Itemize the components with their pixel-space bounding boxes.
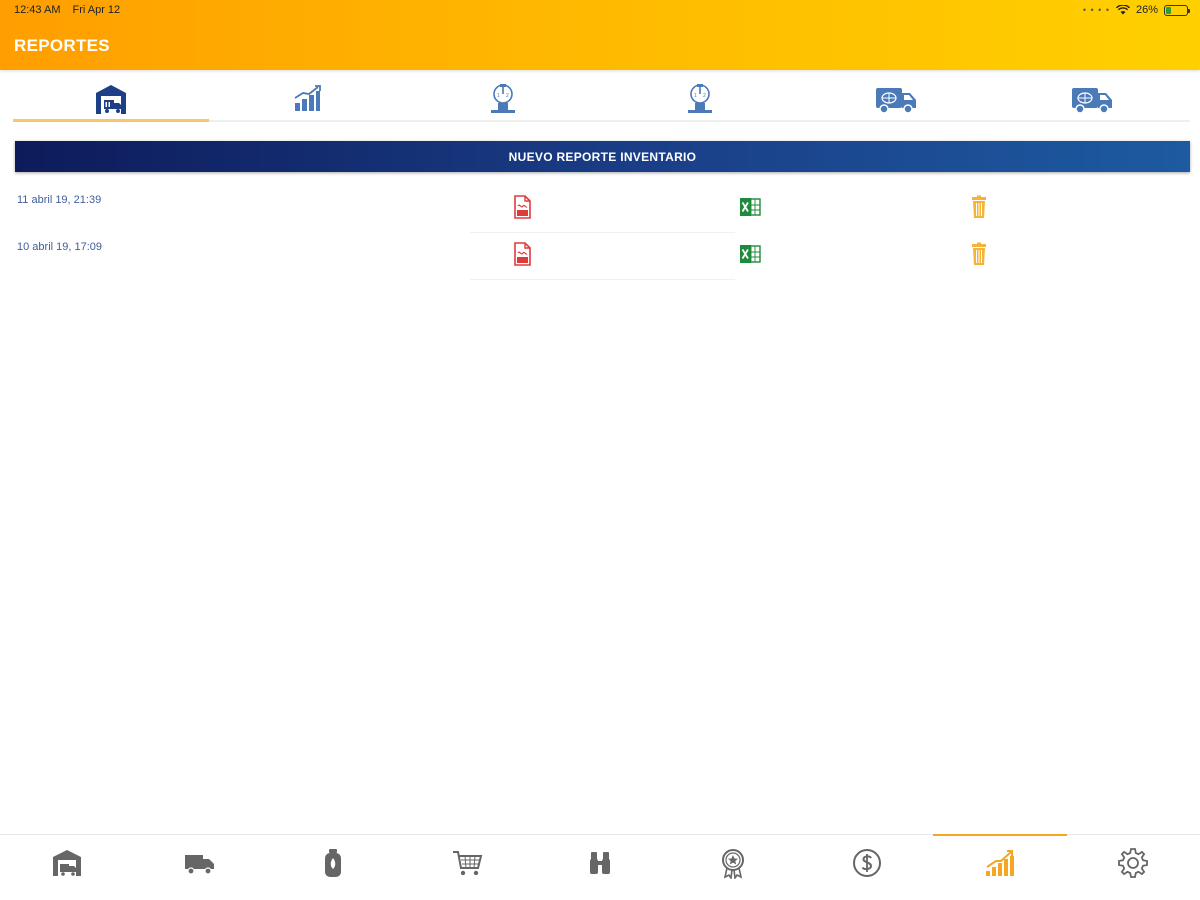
trash-icon: [972, 195, 986, 218]
tab-warehouse[interactable]: [13, 78, 210, 122]
report-list: 11 abril 19, 21:39 10 abril 19, 17:09: [0, 186, 1200, 280]
nav-trucks[interactable]: [133, 835, 266, 900]
battery-fill: [1166, 6, 1171, 14]
app-header: 12:43 AM Fri Apr 12 • • • • 26% REPORTES: [0, 0, 1200, 70]
wifi-icon: [1115, 5, 1130, 15]
tab-scale-2[interactable]: 1 2: [602, 78, 798, 120]
delivery-truck-icon: [875, 88, 916, 114]
pdf-button[interactable]: [511, 241, 533, 267]
bottom-nav: [0, 834, 1200, 900]
nav-cart[interactable]: [400, 835, 533, 900]
dollar-icon: [852, 849, 881, 877]
svg-text:2: 2: [703, 93, 706, 99]
svg-text:1: 1: [694, 93, 697, 99]
nav-gas[interactable]: [267, 835, 400, 900]
excel-button[interactable]: [739, 194, 761, 220]
excel-icon: [740, 198, 761, 216]
gas-cylinder-icon: [325, 849, 342, 877]
tab-delivery-2[interactable]: [994, 78, 1190, 120]
pdf-icon: [514, 242, 531, 266]
tab-statistics[interactable]: [209, 78, 405, 120]
nav-reports[interactable]: [933, 834, 1067, 900]
delete-button[interactable]: [968, 194, 990, 220]
award-badge-icon: [722, 849, 745, 879]
status-date: Fri Apr 12: [72, 4, 121, 16]
excel-icon: [740, 245, 761, 263]
svg-text:1: 1: [497, 93, 500, 99]
nav-payments[interactable]: [800, 835, 933, 900]
report-date: 11 abril 19, 21:39: [17, 194, 102, 206]
signal-dots-icon: • • • •: [1082, 5, 1110, 15]
report-date: 10 abril 19, 17:09: [17, 241, 103, 253]
nav-settings[interactable]: [1067, 835, 1200, 900]
warehouse-icon: [52, 850, 81, 876]
reports-chart-icon: [985, 850, 1014, 876]
nav-rewards[interactable]: [667, 835, 800, 900]
pdf-button[interactable]: [511, 194, 533, 220]
battery-percent: 26%: [1135, 4, 1158, 16]
status-bar: 12:43 AM Fri Apr 12 • • • • 26%: [0, 0, 1200, 20]
tab-delivery-1[interactable]: [798, 78, 994, 120]
tab-scale-1[interactable]: 1 2: [405, 78, 601, 120]
scale-icon: 1 2: [491, 84, 516, 113]
truck-icon: [184, 855, 214, 875]
binoculars-icon: [589, 852, 610, 874]
nav-search[interactable]: [533, 835, 666, 900]
row-divider: [470, 279, 735, 280]
report-type-tabs: 1 2 1 2: [13, 78, 1190, 122]
bar-chart-icon: [294, 85, 322, 111]
shopping-cart-icon: [452, 851, 482, 876]
warehouse-icon: [96, 85, 127, 114]
nav-warehouse[interactable]: [0, 835, 133, 900]
settings-gear-icon: [1118, 848, 1149, 878]
report-row: 11 abril 19, 21:39: [0, 186, 1200, 233]
pdf-icon: [514, 195, 531, 219]
report-row: 10 abril 19, 17:09: [0, 233, 1200, 280]
scale-icon: 1 2: [687, 84, 712, 113]
excel-button[interactable]: [739, 241, 761, 267]
page-title: REPORTES: [14, 36, 110, 55]
svg-text:2: 2: [506, 93, 509, 99]
battery-icon: [1164, 4, 1190, 16]
status-time: 12:43 AM: [14, 4, 61, 16]
delete-button[interactable]: [968, 241, 990, 267]
trash-icon: [972, 242, 986, 265]
delivery-truck-icon: [1071, 88, 1112, 114]
new-report-button[interactable]: NUEVO REPORTE INVENTARIO: [15, 141, 1190, 172]
